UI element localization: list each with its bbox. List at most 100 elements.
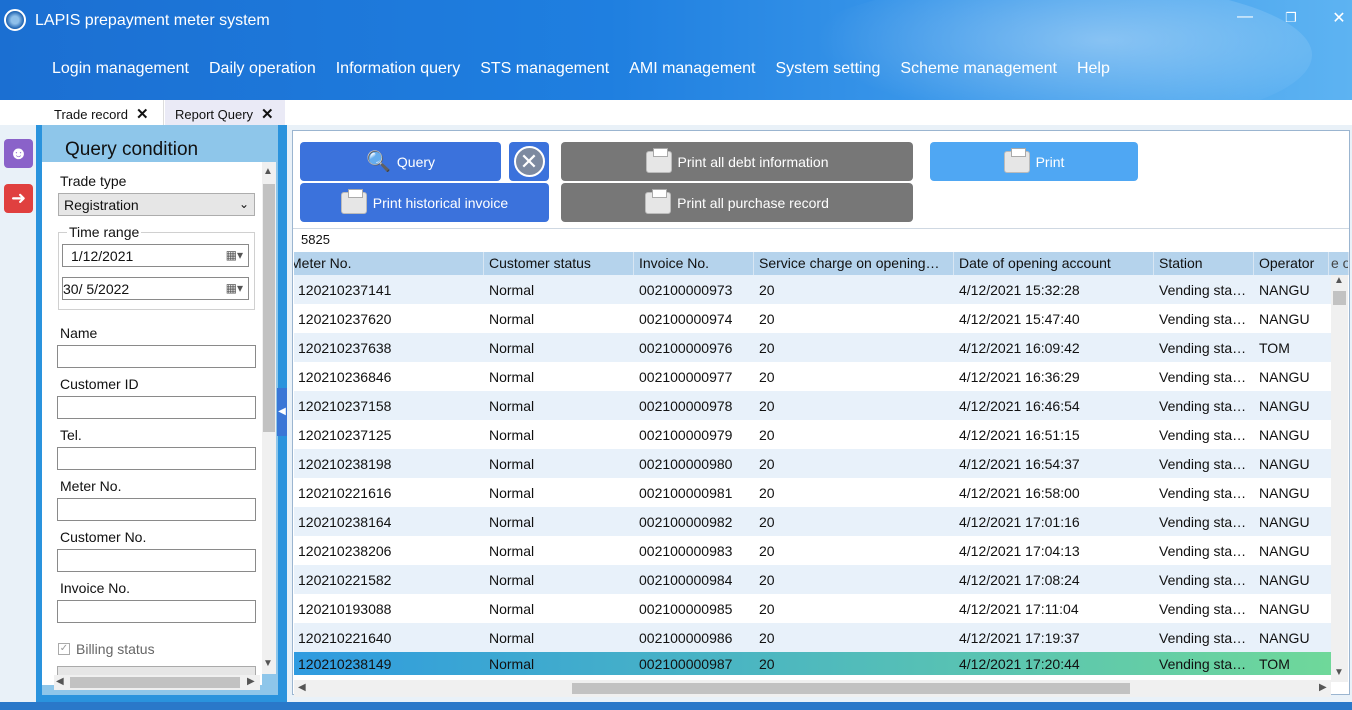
clear-icon: ✕ (513, 146, 545, 177)
cell-operator: NANGU (1259, 311, 1310, 327)
scroll-right-icon[interactable]: ▶ (1319, 682, 1327, 693)
minimize-button[interactable]: — (1234, 8, 1256, 26)
print-debt-button[interactable]: Print all debt information (561, 142, 913, 181)
column-operator[interactable]: Operator (1254, 252, 1329, 275)
menu-information-query[interactable]: Information query (336, 60, 461, 78)
table-vertical-scrollbar[interactable]: ▲ ▼ (1331, 275, 1348, 682)
calendar-icon[interactable]: ▦▾ (226, 281, 243, 295)
add-user-icon[interactable]: ☻ (4, 139, 33, 168)
cell-operator: NANGU (1259, 630, 1310, 646)
scroll-right-icon[interactable]: ▶ (247, 676, 255, 687)
query-form: Trade type Registration ⌄ Time range 1/1… (42, 162, 262, 685)
tab-trade-record[interactable]: Trade record ✕ (44, 100, 164, 125)
date-to-picker[interactable]: 30/ 5/2022 ▦▾ (62, 277, 249, 300)
billing-status-checkbox[interactable]: ✓ (58, 643, 70, 655)
scroll-thumb[interactable] (263, 184, 275, 432)
menu-login-management[interactable]: Login management (52, 60, 189, 78)
date-from-picker[interactable]: 1/12/2021 ▦▾ (62, 244, 249, 267)
column-next-partial[interactable]: e o (1329, 252, 1349, 275)
scroll-up-icon[interactable]: ▲ (263, 166, 273, 177)
query-panel-vertical-scrollbar[interactable]: ▲ ▼ (262, 162, 276, 674)
meter-no-input[interactable] (57, 498, 256, 521)
scroll-thumb[interactable] (572, 683, 1130, 694)
column-service-charge[interactable]: Service charge on opening… (754, 252, 954, 275)
tel-input[interactable] (57, 447, 256, 470)
scroll-thumb[interactable] (70, 677, 240, 688)
printer-icon (645, 188, 672, 214)
restore-button[interactable]: ❐ (1280, 10, 1302, 26)
scroll-left-icon[interactable]: ◀ (56, 676, 64, 687)
customer-no-input[interactable] (57, 549, 256, 572)
column-customer-status[interactable]: Customer status (484, 252, 634, 275)
menu-ami-management[interactable]: AMI management (629, 60, 755, 78)
chevron-down-icon: ⌄ (238, 197, 249, 211)
table-row[interactable]: 120210193088 Normal 002100000985 20 4/12/202… (294, 594, 1331, 623)
print-purchase-record-button[interactable]: Print all purchase record (561, 183, 913, 222)
table-row[interactable]: 120210238164 Normal 002100000982 20 4/12/202… (294, 507, 1331, 536)
menu-scheme-management[interactable]: Scheme management (900, 60, 1057, 78)
cell-date-of-opening: 4/12/2021 16:58:00 (959, 485, 1080, 501)
cell-customer-status: Normal (489, 340, 535, 356)
query-button-label: Query (396, 153, 436, 170)
cell-operator: TOM (1259, 340, 1290, 356)
menu-help[interactable]: Help (1077, 60, 1110, 78)
printer-icon (340, 188, 367, 214)
print-label: Print (1035, 153, 1065, 170)
print-button[interactable]: Print (930, 142, 1138, 181)
menu-system-setting[interactable]: System setting (775, 60, 880, 78)
cell-date-of-opening: 4/12/2021 15:47:40 (959, 311, 1080, 327)
table-row[interactable]: 120210221582 Normal 002100000984 20 4/12/202… (294, 565, 1331, 594)
logout-icon[interactable]: ➜ (4, 184, 33, 213)
invoice-no-input[interactable] (57, 600, 256, 623)
cell-station: Vending sta… (1159, 514, 1247, 530)
scroll-up-icon[interactable]: ▲ (1334, 275, 1344, 286)
tab-report-query[interactable]: Report Query ✕ (165, 100, 285, 125)
column-invoice-no[interactable]: Invoice No. (634, 252, 754, 275)
clear-button[interactable]: ✕ (509, 142, 549, 181)
calendar-icon[interactable]: ▦▾ (226, 248, 243, 262)
trade-type-select[interactable]: Registration ⌄ (58, 193, 255, 216)
table-row[interactable]: 120210237141 Normal 002100000973 20 4/12/202… (294, 275, 1331, 304)
scroll-left-icon[interactable]: ◀ (298, 682, 306, 693)
query-button[interactable]: 🔍 Query (300, 142, 501, 181)
cell-operator: NANGU (1259, 427, 1310, 443)
column-station[interactable]: Station (1154, 252, 1254, 275)
table-row[interactable]: 120210236846 Normal 002100000977 20 4/12/202… (294, 362, 1331, 391)
close-tab-icon[interactable]: ✕ (136, 105, 149, 123)
table-row[interactable]: 120210238198 Normal 002100000980 20 4/12/202… (294, 449, 1331, 478)
cell-meter-no: 120210237158 (298, 398, 392, 414)
scroll-thumb[interactable] (1333, 291, 1346, 305)
customer-id-input[interactable] (57, 396, 256, 419)
close-tab-icon[interactable]: ✕ (261, 105, 274, 123)
menu-daily-operation[interactable]: Daily operation (209, 60, 316, 78)
cell-invoice-no: 002100000983 (639, 543, 733, 559)
table-row[interactable]: 120210238206 Normal 002100000983 20 4/12/202… (294, 536, 1331, 565)
collapse-panel-button[interactable]: ◀ (277, 388, 287, 436)
scroll-down-icon[interactable]: ▼ (1334, 667, 1344, 678)
column-date-of-opening[interactable]: Date of opening account (954, 252, 1154, 275)
print-historical-invoice-button[interactable]: Print historical invoice (300, 183, 549, 222)
query-panel-horizontal-scrollbar[interactable]: ◀ ▶ (54, 675, 260, 690)
trade-type-value: Registration (64, 197, 139, 213)
cell-date-of-opening: 4/12/2021 16:36:29 (959, 369, 1080, 385)
table-row[interactable]: 120210221616 Normal 002100000981 20 4/12/202… (294, 478, 1331, 507)
table-row[interactable]: 120210238149 Normal 002100000987 20 4/12/202… (294, 652, 1331, 675)
cell-customer-status: Normal (489, 485, 535, 501)
name-input[interactable] (57, 345, 256, 368)
table-row[interactable]: 120210237638 Normal 002100000976 20 4/12/202… (294, 333, 1331, 362)
table-row[interactable]: 120210237158 Normal 002100000978 20 4/12/202… (294, 391, 1331, 420)
cell-invoice-no: 002100000978 (639, 398, 733, 414)
cell-service-charge: 20 (759, 630, 775, 646)
app-logo-icon (4, 9, 26, 31)
table-row[interactable]: 120210237620 Normal 002100000974 20 4/12/202… (294, 304, 1331, 333)
scroll-down-icon[interactable]: ▼ (263, 658, 273, 669)
close-window-button[interactable]: ✕ (1328, 8, 1350, 28)
cell-date-of-opening: 4/12/2021 16:51:15 (959, 427, 1080, 443)
table-row[interactable]: 120210221640 Normal 002100000986 20 4/12/202… (294, 623, 1331, 652)
column-meter-no[interactable]: Meter No. (294, 252, 484, 275)
cell-meter-no: 120210237141 (298, 282, 392, 298)
query-condition-title: Query condition (65, 139, 199, 160)
menu-sts-management[interactable]: STS management (480, 60, 609, 78)
table-row[interactable]: 120210237125 Normal 002100000979 20 4/12/202… (294, 420, 1331, 449)
table-horizontal-scrollbar[interactable]: ◀ ▶ (294, 680, 1331, 697)
